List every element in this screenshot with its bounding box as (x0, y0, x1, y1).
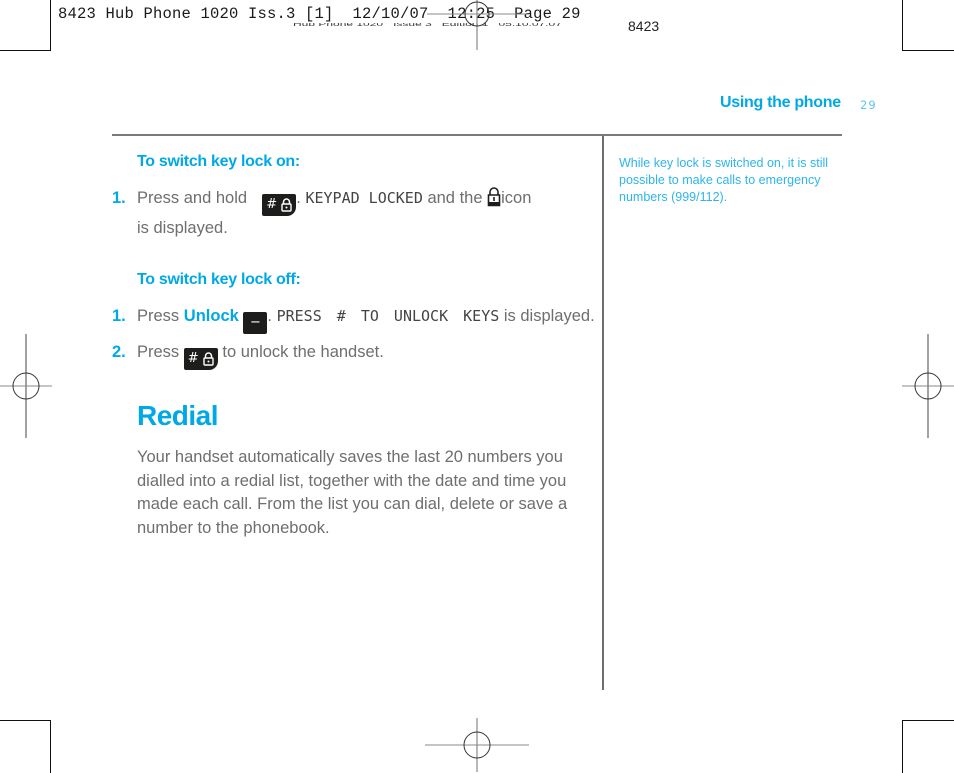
key-lock-off-step-1: 1. Press Unlock −. PRESS # TO UNLOCK KEY… (112, 304, 595, 334)
step-text: Press and hold (137, 189, 248, 207)
separator: . (267, 307, 272, 325)
redial-body: Your handset automatically saves the las… (137, 448, 568, 537)
step-text: is displayed. (503, 307, 595, 325)
key-lock-on-heading: To switch key lock on: (137, 153, 300, 170)
sidebar-note: While key lock is switched on, it is sti… (619, 156, 829, 204)
hash-key-label: # (266, 197, 278, 212)
key-lock-on-step-1: 1. Press and hold # . KEYPAD LOCKED and … (112, 186, 532, 240)
column-divider (602, 136, 604, 690)
minus-softkey: − (243, 312, 268, 334)
key-lock-off-heading: To switch key lock off: (137, 271, 301, 288)
print-slug-code: 8423 (628, 18, 660, 34)
page-number: 29 (860, 98, 877, 112)
lcd-display-text: KEYPAD LOCKED (305, 189, 423, 207)
step-number: 2. (112, 343, 126, 361)
header-rule (112, 134, 842, 136)
step-text: to unlock the handset. (222, 343, 384, 361)
lcd-display-text: PRESS # TO UNLOCK KEYS (276, 307, 500, 325)
hash-lock-key: # (262, 194, 297, 216)
lock-icon (281, 198, 292, 212)
section-title: Using the phone (720, 94, 841, 111)
step-text: and the (427, 189, 483, 207)
crop-mark-bottom-left (0, 720, 51, 773)
padlock-icon (487, 187, 501, 207)
key-lock-off-step-2: 2. Press # to unlock the handset. (112, 340, 384, 370)
step-number: 1. (112, 189, 126, 207)
crop-mark-bottom-right (902, 720, 954, 773)
crop-mark-top-right (902, 0, 954, 51)
registration-mark-top (427, 0, 529, 50)
step-text: icon (501, 189, 532, 207)
hash-lock-key: # (183, 348, 218, 370)
step-text: Press (137, 343, 180, 361)
step-number: 1. (112, 307, 126, 325)
unlock-keyword: Unlock (183, 307, 239, 325)
step-text: Press (137, 307, 180, 325)
hash-key-label: # (187, 351, 199, 366)
registration-mark-left (0, 334, 52, 438)
step-text: is displayed. (137, 219, 228, 237)
lock-icon (203, 352, 214, 366)
registration-mark-right (902, 334, 954, 438)
separator: . (296, 189, 301, 207)
crop-mark-top-left (0, 0, 51, 51)
redial-heading: Redial (137, 400, 219, 431)
registration-mark-bottom (425, 718, 529, 772)
